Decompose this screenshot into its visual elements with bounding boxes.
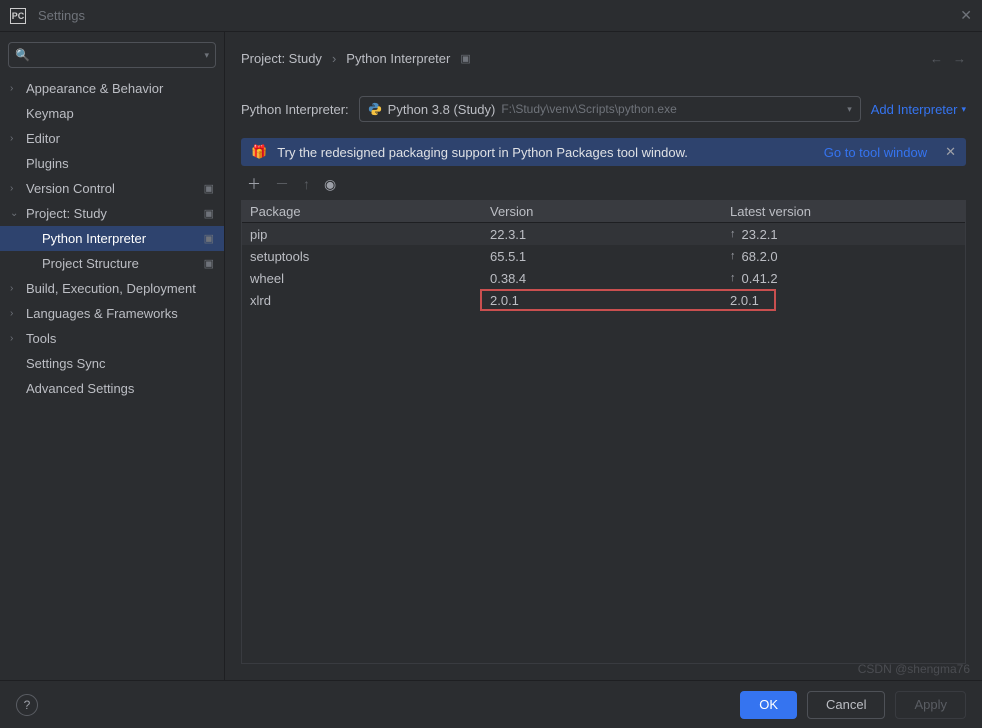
chevron-right-icon: › (10, 333, 26, 344)
breadcrumb-item[interactable]: Python Interpreter (346, 51, 450, 66)
col-package-header[interactable]: Package (242, 204, 482, 219)
chevron-right-icon: › (10, 283, 26, 294)
cell-version: 2.0.1 (482, 293, 722, 308)
sidebar-item-languages[interactable]: ›Languages & Frameworks (0, 301, 224, 326)
col-latest-header[interactable]: Latest version (722, 204, 965, 219)
breadcrumb-separator-icon: › (332, 51, 336, 66)
ok-button[interactable]: OK (740, 691, 797, 719)
app-icon: PC (10, 8, 26, 24)
help-button[interactable]: ? (16, 694, 38, 716)
table-row[interactable]: setuptools 65.5.1 ↑68.2.0 (242, 245, 965, 267)
sidebar-item-project[interactable]: ⌄Project: Study▣ (0, 201, 224, 226)
table-row[interactable]: xlrd 2.0.1 2.0.1 (242, 289, 965, 311)
project-badge-icon: ▣ (204, 257, 214, 270)
interpreter-path: F:\Study\venv\Scripts\python.exe (501, 102, 676, 116)
title-bar: PC Settings ✕ (0, 0, 982, 32)
forward-icon[interactable]: → (953, 51, 966, 66)
upgrade-arrow-icon: ↑ (730, 228, 736, 240)
settings-sidebar: 🔍 ▾ ›Appearance & Behavior Keymap ›Edito… (0, 32, 225, 680)
sidebar-item-settings-sync[interactable]: Settings Sync (0, 351, 224, 376)
chevron-right-icon: › (10, 183, 26, 194)
search-input[interactable] (34, 48, 205, 62)
table-row[interactable]: pip 22.3.1 ↑23.2.1 (242, 223, 965, 245)
search-dropdown-icon[interactable]: ▾ (204, 50, 209, 61)
dialog-footer: ? OK Cancel Apply (0, 680, 982, 728)
close-icon[interactable]: ✕ (960, 7, 972, 24)
col-version-header[interactable]: Version (482, 204, 722, 219)
info-banner: 🎁 Try the redesigned packaging support i… (241, 138, 966, 166)
search-icon: 🔍 (15, 48, 30, 62)
cell-latest: ↑0.41.2 (722, 271, 965, 286)
sidebar-item-version-control[interactable]: ›Version Control▣ (0, 176, 224, 201)
table-row[interactable]: wheel 0.38.4 ↑0.41.2 (242, 267, 965, 289)
banner-message: Try the redesigned packaging support in … (277, 145, 814, 160)
nav-arrows: ← → (930, 51, 966, 66)
cell-package: setuptools (242, 249, 482, 264)
sidebar-item-project-structure[interactable]: Project Structure▣ (0, 251, 224, 276)
sidebar-item-appearance[interactable]: ›Appearance & Behavior (0, 76, 224, 101)
gift-icon: 🎁 (251, 144, 267, 160)
cell-package: wheel (242, 271, 482, 286)
project-badge-icon: ▣ (460, 52, 470, 65)
interpreter-name: Python 3.8 (Study) (388, 102, 496, 117)
cancel-button[interactable]: Cancel (807, 691, 885, 719)
sidebar-item-keymap[interactable]: Keymap (0, 101, 224, 126)
add-interpreter-link[interactable]: Add Interpreter▾ (871, 102, 966, 117)
cell-version: 0.38.4 (482, 271, 722, 286)
chevron-down-icon: ▾ (961, 104, 966, 115)
project-badge-icon: ▣ (204, 232, 214, 245)
settings-tree: ›Appearance & Behavior Keymap ›Editor Pl… (0, 76, 224, 680)
apply-button: Apply (895, 691, 966, 719)
sidebar-item-advanced[interactable]: Advanced Settings (0, 376, 224, 401)
window-title: Settings (38, 8, 85, 23)
main-panel: Project: Study › Python Interpreter ▣ ← … (225, 32, 982, 680)
chevron-down-icon: ⌄ (10, 208, 26, 219)
table-header: Package Version Latest version (242, 201, 965, 223)
breadcrumb-item[interactable]: Project: Study (241, 51, 322, 66)
upgrade-package-button[interactable]: ↑ (303, 176, 310, 192)
chevron-right-icon: › (10, 308, 26, 319)
cell-package: xlrd (242, 293, 482, 308)
interpreter-select[interactable]: Python 3.8 (Study) F:\Study\venv\Scripts… (359, 96, 861, 122)
upgrade-arrow-icon: ↑ (730, 250, 736, 262)
banner-close-icon[interactable]: ✕ (945, 144, 956, 160)
add-package-button[interactable]: ＋ (247, 174, 261, 194)
sidebar-item-editor[interactable]: ›Editor (0, 126, 224, 151)
cell-package: pip (242, 227, 482, 242)
project-badge-icon: ▣ (204, 182, 214, 195)
chevron-right-icon: › (10, 133, 26, 144)
cell-latest: ↑23.2.1 (722, 227, 965, 242)
sidebar-item-python-interpreter[interactable]: Python Interpreter▣ (0, 226, 224, 251)
table-body: pip 22.3.1 ↑23.2.1 setuptools 65.5.1 ↑68… (242, 223, 965, 311)
cell-latest: 2.0.1 (722, 293, 965, 308)
cell-latest: ↑68.2.0 (722, 249, 965, 264)
back-icon[interactable]: ← (930, 51, 943, 66)
banner-link[interactable]: Go to tool window (824, 145, 927, 160)
search-input-wrapper[interactable]: 🔍 ▾ (8, 42, 216, 68)
show-early-releases-button[interactable]: ◉ (324, 176, 336, 193)
cell-version: 22.3.1 (482, 227, 722, 242)
project-badge-icon: ▣ (204, 207, 214, 220)
python-icon (368, 102, 382, 116)
breadcrumb: Project: Study › Python Interpreter ▣ ← … (241, 44, 966, 72)
cell-version: 65.5.1 (482, 249, 722, 264)
sidebar-item-build[interactable]: ›Build, Execution, Deployment (0, 276, 224, 301)
sidebar-item-tools[interactable]: ›Tools (0, 326, 224, 351)
packages-table: Package Version Latest version pip 22.3.… (241, 200, 966, 664)
chevron-down-icon: ▾ (847, 104, 852, 115)
chevron-right-icon: › (10, 83, 26, 94)
package-toolbar: ＋ － ↑ ◉ (241, 166, 966, 200)
interpreter-row: Python Interpreter: Python 3.8 (Study) F… (241, 96, 966, 122)
remove-package-button[interactable]: － (275, 174, 289, 194)
upgrade-arrow-icon: ↑ (730, 272, 736, 284)
interpreter-label: Python Interpreter: (241, 102, 349, 117)
sidebar-item-plugins[interactable]: Plugins (0, 151, 224, 176)
